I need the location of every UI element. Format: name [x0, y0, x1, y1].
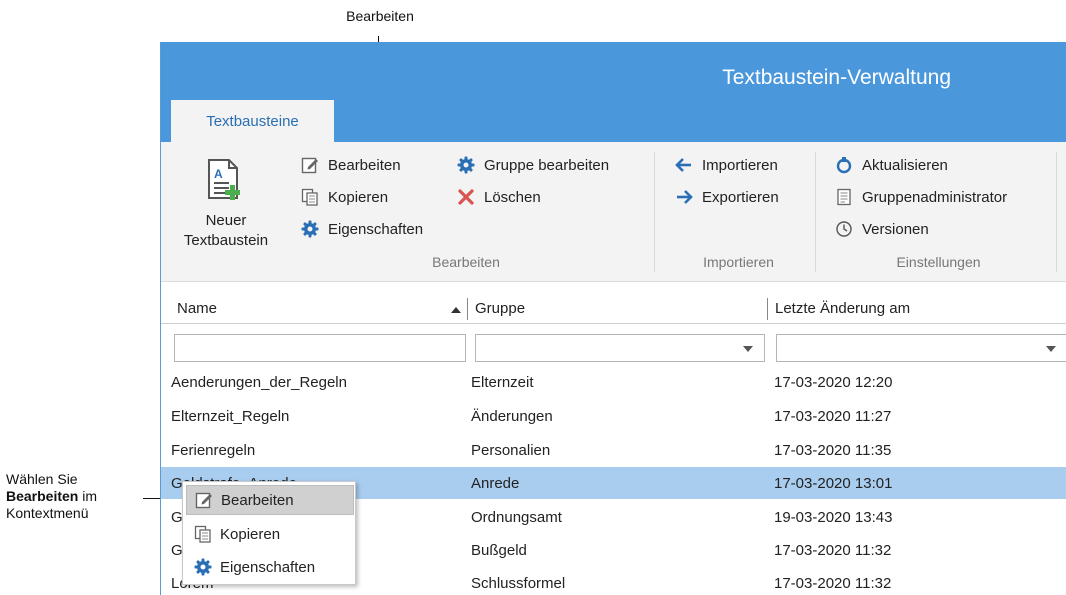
copy-icon — [301, 188, 318, 206]
context-menu: Bearbeiten Kopieren Eigenschaften — [182, 481, 356, 585]
svg-text:A: A — [214, 167, 223, 181]
callout-left-line1: Wählen Sie — [6, 471, 78, 487]
versions-label: Versionen — [862, 220, 929, 238]
cell-group: Anrede — [471, 475, 520, 492]
arrow-left-icon — [675, 158, 691, 172]
copy-button[interactable]: Kopieren — [301, 188, 388, 206]
context-copy-label: Kopieren — [220, 525, 281, 543]
group-admin-button[interactable]: Gruppenadministrator — [835, 188, 1007, 206]
gear-icon — [457, 156, 475, 174]
cell-date: 17-03-2020 11:32 — [774, 542, 892, 559]
cell-name: Ferienregeln — [171, 442, 256, 459]
context-menu-copy[interactable]: Kopieren — [186, 519, 354, 549]
document-icon — [837, 188, 851, 206]
properties-button[interactable]: Eigenschaften — [301, 220, 423, 238]
copy-icon — [194, 525, 211, 543]
grid-header: Name Gruppe Letzte Änderung am — [161, 294, 1066, 324]
ribbon-separator — [654, 152, 655, 272]
sort-ascending-icon[interactable] — [450, 306, 462, 314]
callout-left-after: im — [78, 488, 98, 504]
export-label: Exportieren — [702, 188, 779, 206]
filter-name-input[interactable] — [174, 334, 466, 362]
callout-left-line3: Kontextmenü — [6, 505, 89, 521]
edit-icon — [195, 492, 212, 509]
column-header-group[interactable]: Gruppe — [475, 300, 525, 317]
new-textbaustein-button[interactable]: A Neuer Textbaustein — [167, 152, 285, 262]
cell-group: Elternzeit — [471, 374, 534, 391]
context-menu-properties[interactable]: Eigenschaften — [186, 552, 354, 582]
export-button[interactable]: Exportieren — [675, 188, 779, 206]
refresh-button[interactable]: Aktualisieren — [835, 156, 948, 174]
cell-group: Ordnungsamt — [471, 509, 562, 526]
new-label-1: Neuer — [205, 212, 247, 229]
title-bar: Textbaustein-Verwaltung Textbausteine — [161, 42, 1066, 142]
cell-date: 17-03-2020 11:35 — [774, 442, 892, 459]
callout-left-bold: Bearbeiten — [6, 488, 79, 504]
import-button[interactable]: Importieren — [675, 156, 778, 174]
column-header-changed[interactable]: Letzte Änderung am — [775, 300, 910, 317]
refresh-icon — [836, 157, 852, 174]
column-header-name[interactable]: Name — [177, 300, 217, 317]
cell-date: 17-03-2020 13:01 — [774, 475, 893, 492]
cell-name: G — [171, 542, 183, 559]
edit-label: Bearbeiten — [328, 156, 401, 174]
group-label-settings: Einstellungen — [896, 254, 981, 270]
delete-button[interactable]: Löschen — [457, 188, 541, 206]
column-divider[interactable] — [467, 298, 468, 320]
filter-group-select[interactable] — [475, 334, 765, 362]
callout-context-menu: Wählen Sie Bearbeiten im Kontextmenü — [6, 471, 146, 522]
edit-group-label: Gruppe bearbeiten — [484, 156, 610, 174]
chevron-down-icon — [743, 346, 753, 352]
context-menu-edit[interactable]: Bearbeiten — [186, 485, 354, 515]
cell-name: Elternzeit_Regeln — [171, 408, 290, 425]
cell-date: 17-03-2020 12:20 — [774, 374, 893, 391]
filter-date-select[interactable] — [776, 334, 1066, 362]
cell-group: Schlussformel — [471, 575, 566, 592]
new-document-icon: A — [208, 159, 240, 200]
gear-icon — [301, 220, 319, 238]
window-title: Textbaustein-Verwaltung — [722, 66, 951, 89]
group-label-edit: Bearbeiten — [432, 254, 500, 270]
copy-label: Kopieren — [328, 188, 389, 206]
callout-edit-top: Bearbeiten — [346, 8, 414, 24]
edit-button[interactable]: Bearbeiten — [301, 156, 401, 174]
cell-name: Aenderungen_der_Regeln — [171, 374, 347, 391]
delete-label: Löschen — [484, 188, 541, 206]
new-label-2: Textbaustein — [183, 232, 269, 249]
chevron-down-icon — [1046, 346, 1056, 352]
gear-icon — [194, 558, 212, 576]
cell-date: 17-03-2020 11:32 — [774, 575, 892, 592]
edit-group-button[interactable]: Gruppe bearbeiten — [457, 156, 609, 174]
cell-group: Personalien — [471, 442, 551, 459]
properties-label: Eigenschaften — [328, 220, 424, 238]
group-label-import: Importieren — [703, 254, 774, 270]
ribbon-separator — [815, 152, 816, 272]
cell-date: 19-03-2020 13:43 — [774, 509, 893, 526]
cell-date: 17-03-2020 11:27 — [774, 408, 892, 425]
cell-group: Änderungen — [471, 408, 553, 425]
cell-name: G — [171, 509, 183, 526]
tab-textbausteine[interactable]: Textbausteine — [171, 100, 334, 142]
edit-icon — [301, 157, 318, 174]
cell-group: Bußgeld — [471, 542, 527, 559]
delete-x-icon — [458, 189, 474, 205]
context-edit-label: Bearbeiten — [221, 491, 294, 509]
column-divider[interactable] — [767, 298, 768, 320]
group-admin-label: Gruppenadministrator — [862, 188, 1008, 206]
import-label: Importieren — [702, 156, 778, 174]
ribbon: A Neuer Textbaustein Bearbeiten Kopieren… — [161, 142, 1066, 282]
arrow-right-icon — [677, 190, 693, 204]
versions-button[interactable]: Versionen — [835, 220, 929, 238]
clock-icon — [836, 221, 852, 237]
ribbon-separator — [1056, 152, 1057, 272]
refresh-label: Aktualisieren — [862, 156, 948, 174]
context-properties-label: Eigenschaften — [220, 558, 316, 576]
